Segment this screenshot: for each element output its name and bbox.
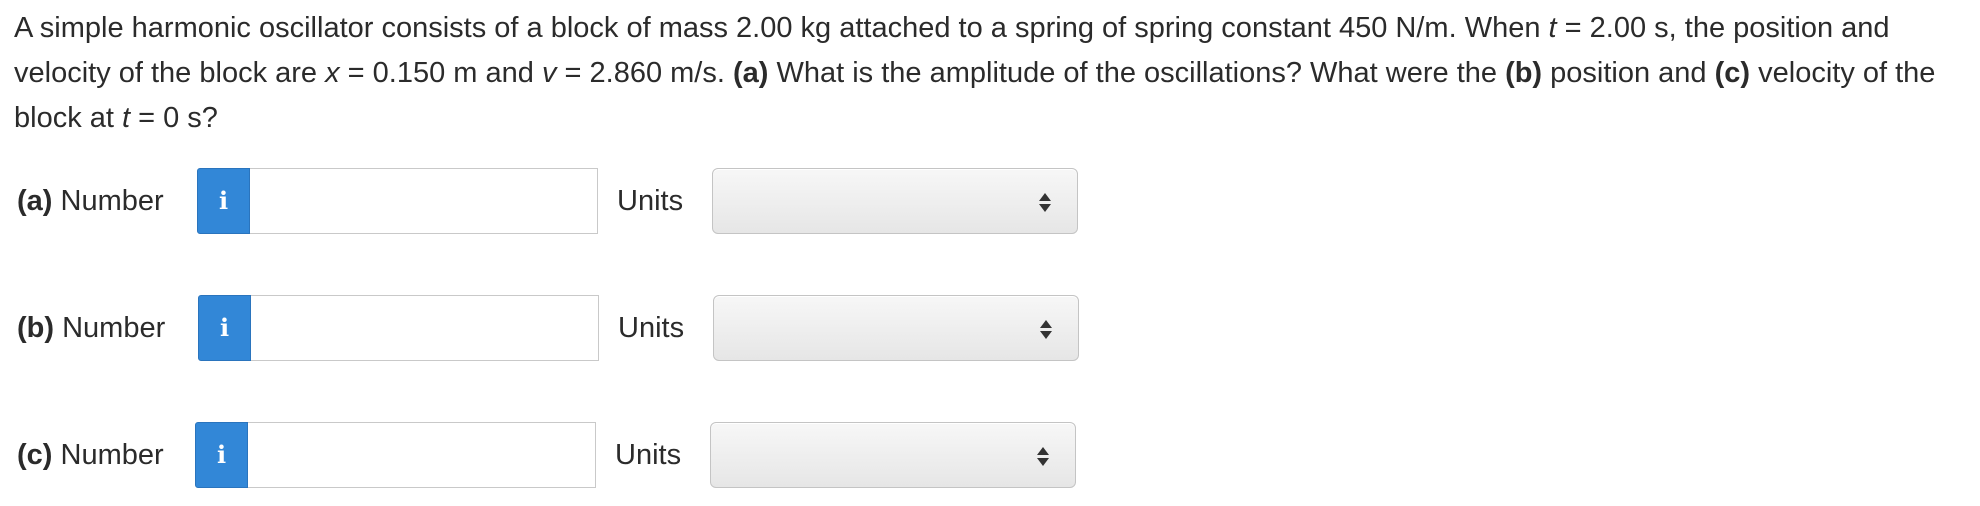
part-b-tag: (b)	[1505, 57, 1543, 89]
part-c-tag: (c)	[1714, 57, 1751, 89]
question-part: A simple harmonic oscillator consists of…	[14, 12, 1549, 44]
part-tag: (b)	[17, 312, 55, 344]
question-part: = 0.150 m and	[339, 57, 542, 89]
question-part: position and	[1542, 57, 1715, 89]
number-label: Number	[52, 185, 164, 217]
question-part: What is the amplitude of the oscillation…	[768, 57, 1506, 89]
question-text: A simple harmonic oscillator consists of…	[14, 6, 1964, 141]
info-icon: i	[216, 440, 227, 469]
units-label-a: Units	[617, 185, 684, 217]
answer-label-a: (a) Number	[17, 168, 164, 234]
variable-t: t	[122, 102, 131, 134]
select-arrows-icon	[1039, 193, 1051, 213]
number-label: Number	[54, 312, 166, 344]
units-select-c[interactable]	[710, 422, 1076, 488]
info-button-a[interactable]: i	[197, 168, 250, 234]
answer-row-c: (c) Number i Units	[0, 422, 1100, 488]
units-label-b: Units	[618, 312, 685, 344]
answer-label-b: (b) Number	[17, 295, 165, 361]
select-arrows-icon	[1037, 447, 1049, 467]
question-part: = 2.860 m/s.	[556, 57, 733, 89]
info-icon: i	[219, 313, 230, 342]
units-select-a[interactable]	[712, 168, 1078, 234]
info-icon: i	[218, 186, 229, 215]
question-part: = 0 s?	[130, 102, 218, 134]
variable-x: x	[325, 57, 340, 89]
number-label: Number	[52, 439, 164, 471]
units-label-c: Units	[615, 439, 682, 471]
select-arrows-icon	[1040, 320, 1052, 340]
info-button-b[interactable]: i	[198, 295, 251, 361]
variable-t: t	[1548, 12, 1557, 44]
units-select-b[interactable]	[713, 295, 1079, 361]
part-a-tag: (a)	[732, 57, 769, 89]
number-input-b[interactable]	[251, 295, 599, 361]
answer-row-b: (b) Number i Units	[0, 295, 1100, 361]
part-tag: (a)	[17, 185, 53, 217]
variable-v: v	[541, 57, 557, 89]
info-button-c[interactable]: i	[195, 422, 248, 488]
part-tag: (c)	[17, 439, 53, 471]
answer-row-a: (a) Number i Units	[0, 168, 1100, 234]
number-input-a[interactable]	[250, 168, 598, 234]
number-input-c[interactable]	[248, 422, 596, 488]
answer-label-c: (c) Number	[17, 422, 164, 488]
